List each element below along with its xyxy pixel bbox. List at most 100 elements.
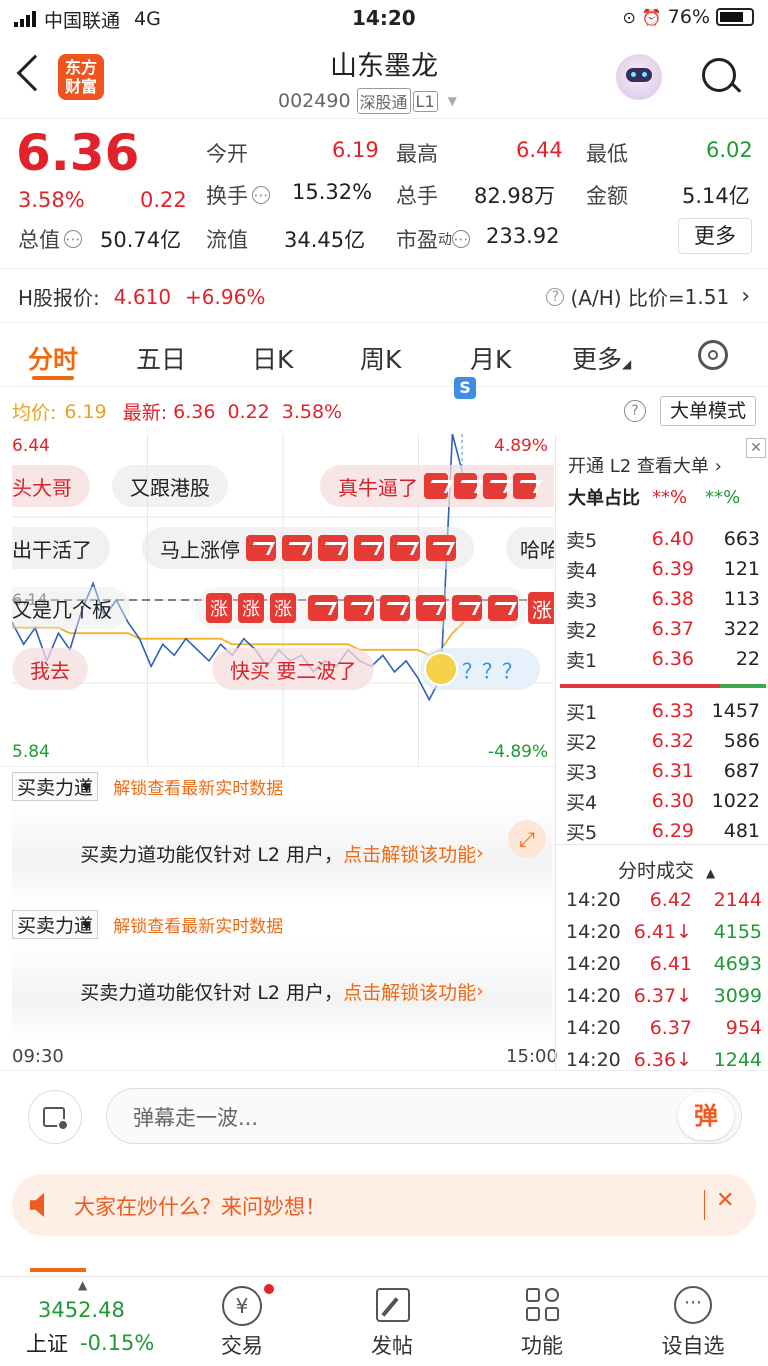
danmaku-bubble: 涨 [528, 592, 554, 624]
ah-ratio[interactable]: ? (A/H) 比价= 1.51 › [546, 282, 750, 311]
ask-row: 卖5 6.40 663 [566, 528, 760, 552]
mcap-value: 50.74亿 [100, 228, 182, 252]
tab-monthly-k[interactable]: 月K [470, 340, 511, 376]
mcap-label: 总值 ⋯ [18, 228, 82, 252]
nav-functions[interactable]: 功能 [504, 1330, 580, 1360]
change-amount: 0.22 [140, 188, 187, 212]
ask-banner[interactable]: 大家在炒什么？来问妙想！ ✕ [12, 1174, 756, 1236]
big-order-mode-button[interactable]: 大单模式 [660, 396, 756, 426]
tab-intraday[interactable]: 分时 [28, 340, 78, 376]
h-share-row[interactable]: H股报价: 4.610 +6.96% [18, 282, 265, 311]
danmaku-bubble: 快买 要二波了 [212, 648, 375, 690]
trade-row: 14:20 6.41↓ 4155 [566, 921, 762, 943]
signal-icon [14, 11, 36, 27]
more-dots-icon[interactable]: ⋯ [674, 1286, 712, 1324]
help-icon[interactable]: ? [624, 400, 646, 422]
danmaku-bubble: 真牛逼了 [320, 465, 554, 507]
ask-row: 卖2 6.37 322 [566, 618, 760, 642]
low-label: 最低 [586, 142, 628, 166]
volume-value: 82.98万 [474, 184, 556, 208]
carrier: 中国联通 [44, 9, 121, 32]
x-end-label: 15:00 [506, 1046, 558, 1067]
y-top-label: 6.44 [12, 436, 50, 456]
high-label: 最高 [396, 142, 438, 166]
expand-icon[interactable]: ⤢ [508, 820, 546, 858]
ask-row: 卖4 6.39 121 [566, 558, 760, 582]
danmaku-bubble: 又是几个板 [12, 587, 130, 629]
index-change[interactable]: 上证 -0.15% [26, 1328, 154, 1358]
notification-dot [264, 1284, 274, 1294]
pe-value: 233.92 [486, 224, 560, 248]
big-order-ratio: 大单占比 **% **% [568, 486, 741, 510]
indicator-selector-2[interactable]: 买卖力道 ▼ 解锁查看最新实时数据 [12, 910, 283, 939]
danmaku-bubble: 哈哈 [506, 527, 554, 569]
trade-row: 14:20 6.36↓ 1244 [566, 1049, 762, 1071]
tab-more[interactable]: 更多◢ [572, 340, 631, 376]
ask-row: 卖1 6.36 22 [566, 648, 760, 672]
megaphone-icon [30, 1193, 44, 1217]
close-icon[interactable]: ✕ [746, 438, 766, 458]
network: 4G [134, 8, 161, 30]
tab-daily-k[interactable]: 日K [252, 340, 293, 376]
more-button[interactable]: 更多 [678, 218, 752, 254]
amount-label: 金额 [586, 184, 628, 208]
cow-avatar-icon [424, 652, 458, 686]
tab-five-day[interactable]: 五日 [136, 340, 186, 376]
ask-row: 卖3 6.38 113 [566, 588, 760, 612]
low-value: 6.02 [706, 138, 753, 162]
search-icon[interactable] [702, 58, 736, 92]
indicator-lock-panel-1[interactable]: 买卖力道功能仅针对 L2 用户， 点击解锁该功能 › [12, 802, 552, 904]
post-icon[interactable] [376, 1288, 410, 1322]
collapse-arrow-icon[interactable]: ▲ [78, 1278, 87, 1292]
robot-assistant-icon[interactable] [616, 54, 662, 100]
x-start-label: 09:30 [12, 1046, 64, 1067]
nav-trade[interactable]: 交易 [204, 1330, 280, 1360]
danmaku-bubble: 我去 [12, 648, 88, 690]
turnover-value: 15.32% [292, 180, 373, 204]
bid-row: 买3 6.31 687 [566, 760, 760, 784]
y-bottom-label: 5.84 [12, 742, 50, 762]
trade-icon[interactable]: ¥ [222, 1286, 262, 1326]
float-value: 34.45亿 [284, 228, 366, 252]
trade-row: 14:20 6.37 954 [566, 1017, 762, 1039]
battery-area: ⊙ ⏰ 76% [622, 6, 754, 28]
volume-label: 总手 [396, 184, 438, 208]
l2-promo[interactable]: 开通 L2 查看大单 › [568, 452, 722, 478]
s-marker-icon[interactable]: S [454, 377, 476, 399]
danmaku-settings-icon[interactable] [28, 1090, 82, 1144]
danmaku-bubble: 涨涨涨 [196, 587, 528, 629]
help-icon: ? [546, 287, 565, 306]
trades-title[interactable]: 分时成交 ▲ [618, 856, 715, 883]
info-icon: ⋯ [64, 230, 82, 248]
indicator-selector-1[interactable]: 买卖力道 ▼ 解锁查看最新实时数据 [12, 772, 283, 801]
danmaku-input[interactable]: 弹幕走一波... [106, 1088, 742, 1144]
tab-indicator [32, 376, 74, 380]
pct-bottom-label: -4.89% [488, 742, 549, 762]
ratio-bar-buy [560, 684, 720, 688]
danmaku-bubble: 头大哥 [12, 465, 90, 507]
danmaku-bubble: 马上涨停 [142, 527, 474, 569]
dropdown-icon: ▼ [447, 94, 457, 108]
clock: 14:20 [352, 6, 416, 30]
send-danmaku-button[interactable]: 弹 [678, 1092, 734, 1140]
nav-add-watchlist[interactable]: 设自选 [650, 1330, 736, 1360]
index-value[interactable]: 3452.48 [38, 1298, 125, 1322]
chart-info: 均价: 6.19 最新: 6.36 0.22 3.58% [12, 400, 343, 425]
indicator-lock-panel-2[interactable]: 买卖力道功能仅针对 L2 用户， 点击解锁该功能 › [12, 940, 552, 1042]
alarm-icon: ⏰ [641, 7, 662, 27]
bid-row: 买4 6.30 1022 [566, 790, 760, 814]
stock-code-row[interactable]: 002490 深股通 L1 ▼ [278, 88, 457, 114]
lock-rotation-icon: ⊙ [622, 7, 636, 27]
order-book-panel: 开通 L2 查看大单 › ✕ 大单占比 **% **% 卖5 6.40 663 卖4 6.3… [556, 434, 768, 1071]
close-banner-icon[interactable]: ✕ [716, 1188, 734, 1213]
functions-grid-icon[interactable] [526, 1288, 560, 1322]
trade-row: 14:20 6.41 4693 [566, 953, 762, 975]
change-percent: 3.58% [18, 188, 85, 212]
danmaku-bubble: 又跟港股 [112, 465, 228, 507]
trade-row: 14:20 6.37↓ 3099 [566, 985, 762, 1007]
nav-post[interactable]: 发帖 [354, 1330, 430, 1360]
tab-weekly-k[interactable]: 周K [360, 340, 401, 376]
danmaku-bubble: 出干活了 [12, 527, 110, 569]
chevron-right-icon: › [741, 284, 750, 309]
settings-gear-icon[interactable] [698, 340, 728, 370]
